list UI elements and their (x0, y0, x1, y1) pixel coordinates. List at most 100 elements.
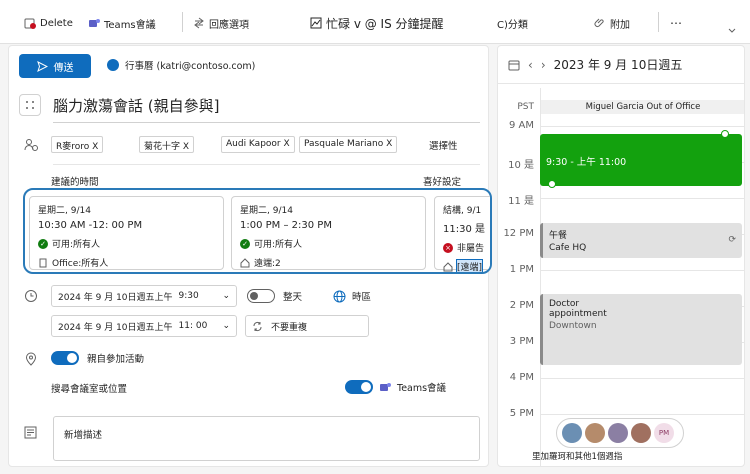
attendee-chip[interactable]: Pasquale Mariano X (299, 136, 398, 153)
timezone-button[interactable]: 時區 (333, 289, 371, 303)
description-field[interactable]: 新增描述 (53, 416, 480, 461)
new-event-block[interactable]: 9:30 - 上午 11:00 (540, 134, 742, 186)
event-title-input[interactable]: 腦力激蕩會話 (親自參與] (53, 95, 219, 116)
more-options-button[interactable]: ⋯ (670, 14, 682, 32)
title-icon (19, 94, 41, 116)
hour-label: 10 是 (508, 160, 534, 171)
attendee-chip[interactable]: R麥roro X (51, 136, 104, 153)
calendar-date-label: 2023 年 9 月 10日週五 (553, 58, 683, 72)
start-date-text: 2024 年 9 月 10日週五上午 (58, 292, 173, 303)
all-day-toggle[interactable] (247, 289, 275, 303)
event-title: Doctor appointment (549, 299, 607, 319)
hour-gridline (540, 198, 744, 199)
room-search-input[interactable]: 搜尋會議室或位置 (51, 381, 127, 395)
location-text: [遠端] (455, 259, 484, 272)
hour-label: 11 是 (508, 196, 534, 207)
hour-label: 4 PM (509, 372, 534, 383)
expand-toolbar-button[interactable] (727, 22, 737, 40)
teams-toggle[interactable] (345, 380, 373, 394)
attach-label: 附加 (610, 19, 630, 31)
in-person-toggle[interactable] (51, 351, 79, 365)
attach-button[interactable]: 附加 (594, 14, 630, 32)
next-day-chevron-icon[interactable]: › (541, 58, 546, 72)
chevron-down-icon: ⌄ (222, 291, 230, 301)
start-date-picker[interactable]: 2024 年 9 月 10日週五上午 9:30 ⌄ (51, 285, 237, 307)
description-icon (24, 426, 37, 439)
card-day: 星期二, 9/14 (38, 206, 91, 216)
optional-attendees-link[interactable]: 選擇性 (429, 138, 458, 152)
category-label: C)分類 (497, 19, 528, 31)
event-location: Cafe HQ (549, 243, 587, 253)
delete-button[interactable]: Delete (24, 14, 73, 32)
repeat-label: 不要重複 (271, 322, 308, 333)
availability-row: ✓ 可用:所有人 (38, 237, 215, 250)
teams-label: Teams會議 (104, 19, 156, 31)
suggested-time-card[interactable]: 星期二, 9/14 1:00 PM – 2:30 PM ✓ 可用:所有人 遠端:… (231, 196, 426, 270)
attendee-chip[interactable]: 菊花十字 X (139, 136, 195, 153)
calendar-event-lunch[interactable]: 午餐 Cafe HQ ⟳ (540, 223, 742, 258)
previous-day-chevron-icon[interactable]: ‹ (528, 58, 533, 72)
timezone-label: 時區 (352, 292, 372, 303)
availability-text: 非屬告 (457, 244, 485, 254)
avatar-initials: PM (654, 423, 674, 443)
start-time-text: 9:30 (178, 291, 199, 301)
event-location: Downtown (549, 321, 597, 331)
response-options-button[interactable]: 回應選項 (193, 14, 249, 32)
card-time: 1:00 PM – 2:30 PM (240, 220, 332, 231)
repeat-icon (253, 321, 262, 331)
availability-row: ✓ 可用:所有人 (240, 237, 417, 250)
in-person-toggle-group: 親自參加活動 (51, 351, 144, 365)
avatar (562, 423, 582, 443)
category-button[interactable]: C)分類 (497, 14, 528, 32)
calendar-event-doctor[interactable]: Doctor appointment Downtown (540, 294, 742, 365)
suggested-times-label: 建議的時間 (51, 177, 99, 188)
calendar-delete-icon (24, 18, 36, 29)
suggested-time-card[interactable]: 星期二, 9/14 10:30 AM -12: 00 PM ✓ 可用:所有人 O… (29, 196, 224, 270)
home-icon (240, 257, 250, 267)
end-date-picker[interactable]: 2024 年 9 月 10日週五上午 11: 00 ⌄ (51, 315, 237, 337)
location-text: Office:所有人 (52, 259, 109, 269)
attendee-avatars[interactable]: PM (556, 418, 684, 448)
calendar-today-icon[interactable] (508, 59, 520, 71)
toolbar-divider (182, 12, 183, 32)
building-icon (39, 258, 47, 267)
command-toolbar: Delete Teams會議 回應選項 忙碌 v @ IS 分鐘提醒 C)分類 … (0, 0, 750, 44)
available-check-icon: ✓ (38, 238, 48, 249)
from-calendar[interactable]: 行事曆 (katri@contoso.com) (125, 58, 255, 72)
teams-meeting-button[interactable]: Teams會議 (88, 14, 156, 32)
hour-gridline (540, 126, 744, 127)
delete-label: Delete (40, 17, 73, 29)
suggested-time-card[interactable]: 結構, 9/1 11:30 是 × 非屬告 [遠端] (434, 196, 490, 272)
location-text: 遠端:2 (254, 259, 281, 269)
send-button[interactable]: 傳送 (19, 54, 91, 78)
attendee-chip[interactable]: Audi Kapoor X (221, 136, 295, 153)
paperclip-icon (594, 18, 604, 27)
location-row: [遠端] (443, 259, 490, 272)
resize-handle-bottom[interactable] (548, 180, 556, 188)
card-time: 10:30 AM -12: 00 PM (38, 220, 143, 231)
chevron-down-icon: ⌄ (222, 321, 230, 331)
resize-handle-top[interactable] (721, 130, 729, 138)
attendees-underline (53, 164, 480, 165)
available-check-icon: ✓ (240, 238, 250, 249)
response-icon (194, 17, 204, 29)
send-label: 傳送 (53, 62, 74, 74)
teams-toggle-group: Teams會議 (345, 380, 446, 394)
day-calendar-panel: ‹ › 2023 年 9 月 10日週五 PST Miguel Garcia O… (497, 45, 745, 467)
location-row: 遠端:2 (240, 256, 417, 269)
hour-label: 5 PM (509, 408, 534, 419)
availability-text: 可用:所有人 (254, 240, 303, 250)
avatar (608, 423, 628, 443)
card-day: 結構, 9/1 (443, 206, 482, 216)
suggested-times-carousel: 星期二, 9/14 10:30 AM -12: 00 PM ✓ 可用:所有人 O… (23, 188, 492, 274)
recurring-icon: ⟳ (728, 235, 736, 245)
repeat-dropdown[interactable]: 不要重複 (245, 315, 369, 337)
hour-label: 2 PM (509, 300, 534, 311)
hour-label: 9 AM (508, 120, 534, 131)
availability-row: × 非屬告 (443, 241, 490, 254)
preferences-link[interactable]: 喜好設定 (423, 174, 461, 188)
title-underline (53, 122, 480, 123)
busy-reminder-dropdown[interactable]: 忙碌 v @ IS 分鐘提醒 (310, 14, 444, 32)
all-day-event[interactable]: Miguel Garcia Out of Office (540, 100, 744, 114)
hour-label: 3 PM (509, 336, 534, 347)
